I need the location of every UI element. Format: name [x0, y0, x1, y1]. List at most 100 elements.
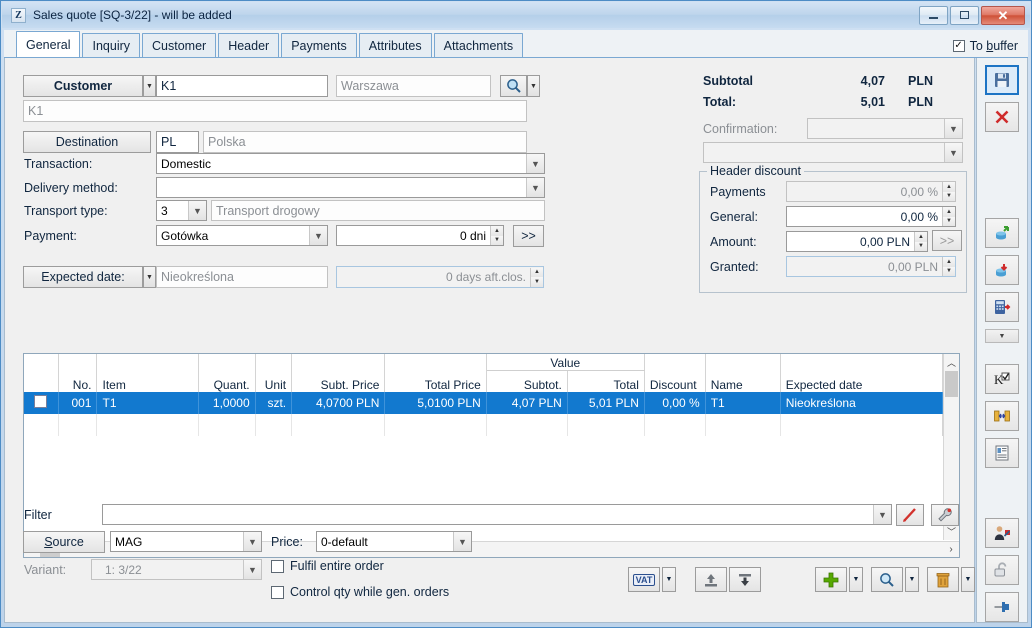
spinner-icon[interactable]: ▲ ▼ [942, 207, 955, 226]
scrollbar-thumb[interactable] [945, 371, 958, 397]
grid-header-value-total[interactable]: Total [567, 370, 645, 392]
row-subt-price: 4,0700 PLN [291, 392, 386, 414]
add-button[interactable] [815, 567, 847, 592]
expected-date-button[interactable]: Expected date: [23, 266, 143, 288]
save-button[interactable] [985, 65, 1019, 95]
grid-header-expected-date[interactable]: Expected date [780, 354, 943, 392]
source-select[interactable]: MAG ▼ [110, 531, 262, 552]
source-button[interactable]: Source [23, 531, 105, 553]
country-name-input[interactable]: Polska [203, 131, 527, 153]
transaction-select[interactable]: Domestic ▼ [156, 153, 545, 174]
minimize-button[interactable] [919, 5, 948, 25]
cancel-button[interactable] [985, 101, 1019, 132]
tab-header[interactable]: Header [218, 33, 280, 57]
grid-header-no[interactable]: No. [58, 354, 98, 392]
expected-days-stepper[interactable]: 0 days aft.clos. ▲ ▼ [336, 266, 544, 288]
maximize-button[interactable] [950, 5, 979, 25]
discount-amount-more-button[interactable]: >> [932, 230, 962, 251]
delete-dropdown-button[interactable]: ▼ [961, 567, 975, 592]
expected-date-value[interactable]: Nieokreślona [156, 266, 328, 288]
transport-type-select[interactable]: 3 ▼ [156, 200, 207, 221]
spinner-icon[interactable]: ▲ ▼ [942, 182, 955, 201]
search-row-button[interactable] [871, 567, 903, 592]
toolbar-more-button[interactable]: ▼ [985, 329, 1019, 343]
grid-header-quant[interactable]: Quant. [198, 354, 256, 392]
spinner-icon[interactable]: ▲ ▼ [914, 232, 927, 251]
grid-header-name[interactable]: Name [705, 354, 781, 392]
contact-person-button[interactable] [985, 518, 1019, 549]
items-grid[interactable]: No. Item Quant. Unit Subt. Price Total P… [23, 353, 960, 558]
tab-payments[interactable]: Payments [281, 33, 357, 57]
discount-amount-stepper[interactable]: 0,00 PLN ▲ ▼ [786, 231, 928, 252]
customer-dropdown-button[interactable]: ▼ [143, 75, 156, 97]
delete-button[interactable] [927, 567, 959, 592]
import-from-db-button[interactable] [985, 218, 1019, 249]
row-select-checkbox[interactable] [24, 392, 59, 414]
filter-input[interactable]: ▼ [102, 504, 892, 525]
payment-days-stepper[interactable]: 0 dni ▲ ▼ [336, 225, 504, 246]
close-button[interactable]: ✕ [981, 5, 1025, 25]
payment-value: Gotówka [161, 228, 209, 243]
source-value: MAG [115, 534, 143, 549]
grid-header-discount[interactable]: Discount [644, 354, 706, 392]
fulfil-entire-order-label: Fulfil entire order [290, 559, 384, 573]
tab-attributes[interactable]: Attributes [358, 33, 432, 57]
spinner-icon[interactable]: ▲ ▼ [490, 226, 503, 245]
tab-attachments[interactable]: Attachments [433, 33, 524, 57]
spinner-icon[interactable]: ▲ ▼ [530, 267, 543, 287]
customer-search-dropdown-button[interactable]: ▼ [527, 75, 540, 97]
customer-name-input[interactable]: K1 [23, 100, 527, 122]
payment-more-button[interactable]: >> [513, 225, 544, 247]
customer-search-button[interactable] [500, 75, 527, 97]
spinner-icon[interactable]: ▲ ▼ [942, 257, 955, 276]
export-button[interactable] [695, 567, 727, 592]
discount-general-stepper[interactable]: 0,00 % ▲ ▼ [786, 206, 956, 227]
add-dropdown-button[interactable]: ▼ [849, 567, 863, 592]
filter-label: Filter [24, 508, 52, 522]
scroll-right-icon[interactable]: › [943, 544, 959, 555]
import-button[interactable] [729, 567, 761, 592]
unlock-button[interactable] [985, 555, 1019, 586]
grid-header-value-subtot[interactable]: Subtot. [486, 370, 568, 392]
discount-payments-stepper[interactable]: 0,00 % ▲ ▼ [786, 181, 956, 202]
export-to-db-button[interactable] [985, 255, 1019, 286]
save-icon [995, 72, 1009, 87]
destination-button[interactable]: Destination [23, 131, 151, 153]
filter-settings-button[interactable] [931, 504, 959, 526]
calculator-button[interactable] [985, 292, 1019, 323]
grid-header-total-price[interactable]: Total Price [384, 354, 487, 392]
vat-dropdown-button[interactable]: ▼ [662, 567, 676, 592]
country-code-input[interactable]: PL [156, 131, 199, 153]
notes-button[interactable] [985, 437, 1019, 468]
confirmation-select[interactable]: ▼ [807, 118, 963, 139]
discount-granted-stepper[interactable]: 0,00 PLN ▲ ▼ [786, 256, 956, 277]
vat-button[interactable]: VAT [628, 567, 660, 592]
table-row[interactable]: 001 T1 1,0000 szt. 4,0700 PLN 5,0100 PLN… [24, 392, 943, 414]
grid-header-unit[interactable]: Unit [255, 354, 293, 392]
correction-button[interactable]: K [985, 363, 1019, 394]
payment-select[interactable]: Gotówka ▼ [156, 225, 328, 246]
search-dropdown-button[interactable]: ▼ [905, 567, 919, 592]
filter-edit-button[interactable] [896, 504, 924, 526]
grid-header-item[interactable]: Item [96, 354, 199, 392]
pin-button[interactable] [985, 592, 1019, 622]
price-select[interactable]: 0-default ▼ [316, 531, 472, 552]
tab-general[interactable]: General [16, 31, 81, 57]
customer-button[interactable]: Customer [23, 75, 143, 97]
delivery-method-select[interactable]: ▼ [156, 177, 545, 198]
scroll-up-icon[interactable]: ︿ [944, 354, 959, 371]
link-documents-button[interactable] [985, 400, 1019, 431]
customer-code-input[interactable]: K1 [156, 75, 328, 97]
checkbox-icon [271, 559, 284, 573]
to-buffer-checkbox[interactable]: ✓ To buffer [952, 39, 1028, 57]
variant-select[interactable]: 1: 3/22 ▼ [91, 559, 262, 580]
expected-date-dropdown-button[interactable]: ▼ [143, 266, 156, 288]
control-qty-checkbox[interactable]: Control qty while gen. orders [271, 585, 449, 599]
row-value-total: 5,01 PLN [567, 392, 645, 414]
grid-header-subt-price[interactable]: Subt. Price [291, 354, 386, 392]
tab-customer[interactable]: Customer [142, 33, 217, 57]
fulfil-entire-order-checkbox[interactable]: Fulfil entire order [271, 559, 384, 573]
tab-inquiry[interactable]: Inquiry [82, 33, 141, 57]
customer-city-input[interactable]: Warszawa [336, 75, 491, 97]
confirmation-second-select[interactable]: ▼ [703, 142, 963, 163]
